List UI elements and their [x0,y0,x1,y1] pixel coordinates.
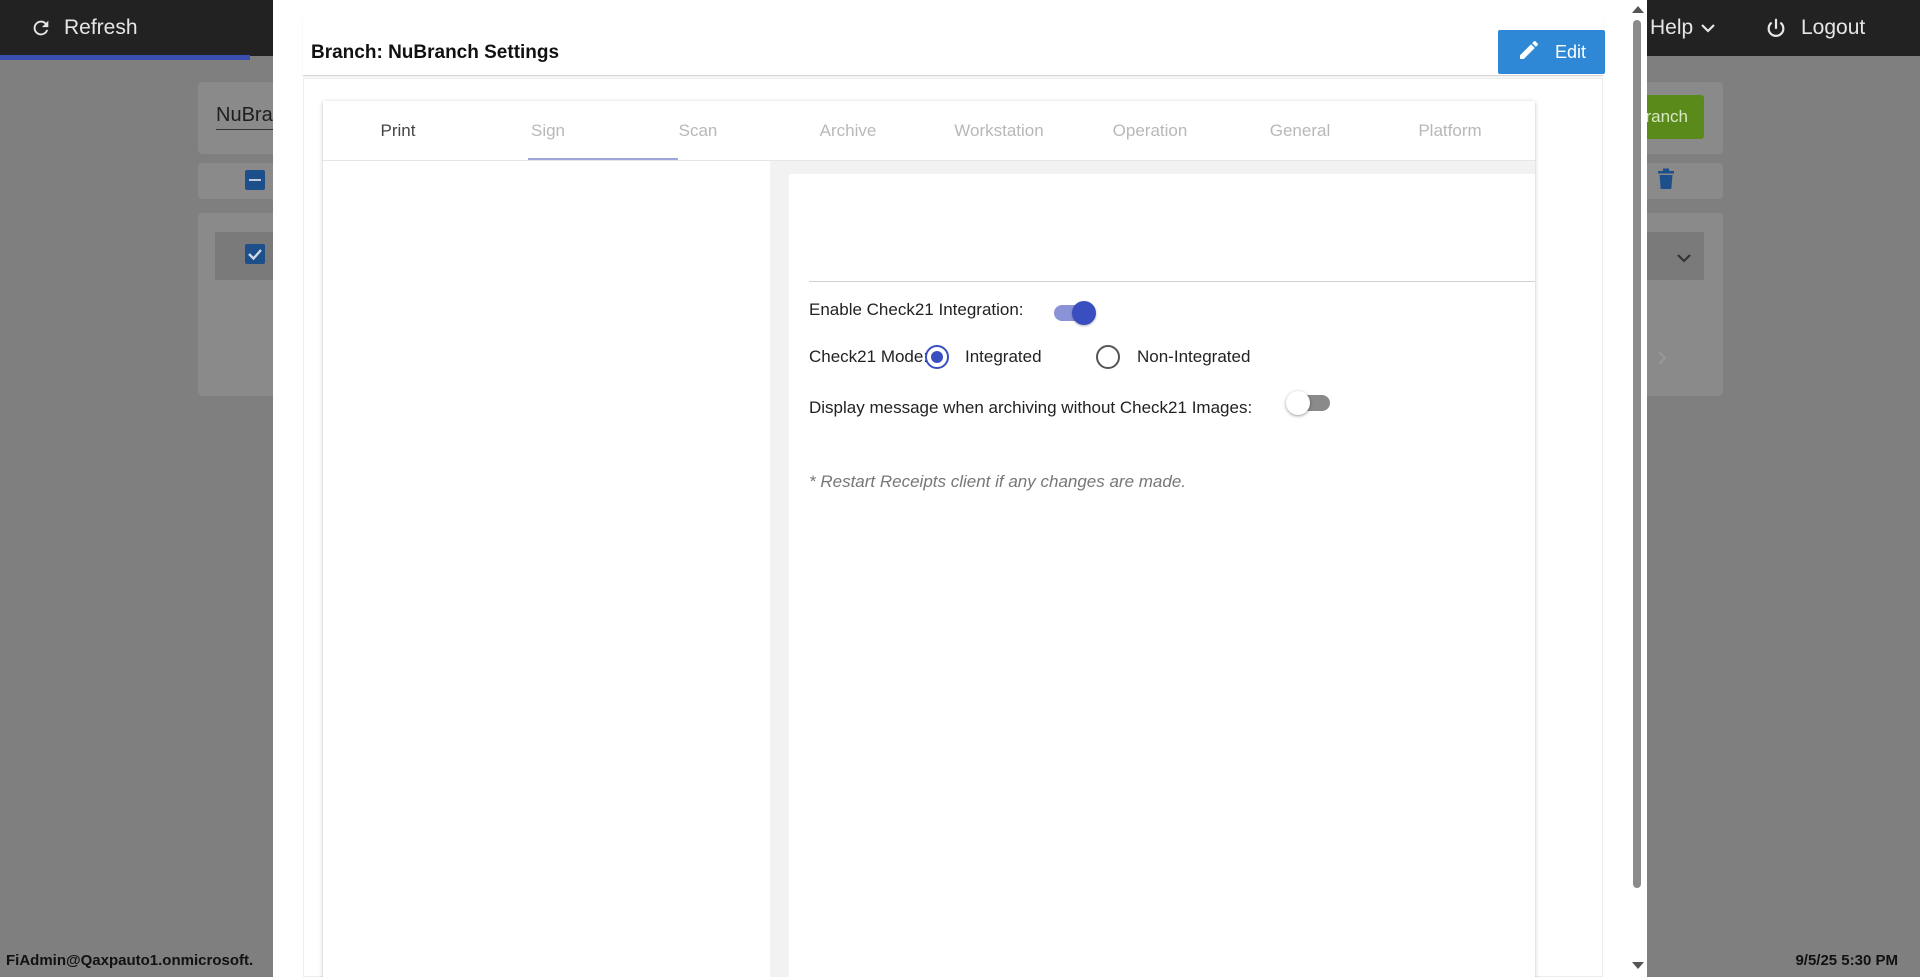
check21-mode-label: Check21 Mode: [809,347,929,366]
logout-button[interactable]: Logout [1765,0,1865,56]
pencil-icon [1517,38,1541,67]
tab-archive[interactable]: Archive [773,101,923,161]
integrated-radio-label[interactable]: Integrated [965,347,1042,367]
branch-settings-modal: Branch: NuBranch Settings Edit Print Sig… [273,0,1647,977]
loading-bar [0,55,250,60]
tab-general[interactable]: General [1225,101,1375,161]
tab-scan[interactable]: Scan [623,101,773,161]
logout-label: Logout [1801,16,1866,39]
help-menu-button[interactable]: Help [1650,0,1715,56]
branch-search-input[interactable]: NuBranch [216,104,276,130]
edit-button[interactable]: Edit [1498,30,1605,74]
non-integrated-radio-label[interactable]: Non-Integrated [1137,347,1250,367]
tab-sign[interactable]: Sign [473,101,623,161]
modal-scrollbar[interactable] [1627,0,1647,977]
chevron-right-icon[interactable] [1657,350,1667,371]
trash-icon[interactable] [1657,168,1675,195]
enable-check21-toggle[interactable] [1052,299,1098,325]
active-tab-indicator [528,158,678,160]
restart-note: * Restart Receipts client if any changes… [809,472,1187,491]
settings-sidebar [323,161,770,977]
scroll-thumb[interactable] [1633,20,1641,888]
refresh-button[interactable]: Refresh [30,0,138,56]
select-all-checkbox[interactable] [245,170,265,190]
power-icon [1765,17,1787,39]
chevron-down-icon [1701,23,1715,33]
settings-tabs: Print Sign Scan Archive Workstation Oper… [323,101,1535,161]
tab-print[interactable]: Print [323,101,473,161]
datetime-label: 9/5/25 5:30 PM [1795,952,1898,969]
settings-panel: Print Sign Scan Archive Workstation Oper… [323,101,1535,977]
toggle-thumb [1072,301,1096,325]
help-label: Help [1650,16,1694,39]
settings-content: Enable Check21 Integration: Check21 Mode… [789,174,1535,977]
display-message-label: Display message when archiving without C… [809,398,1253,417]
display-message-toggle[interactable] [1286,390,1332,416]
refresh-icon [30,17,52,39]
tab-platform[interactable]: Platform [1375,101,1525,161]
modal-body: Print Sign Scan Archive Workstation Oper… [303,78,1603,977]
integrated-radio[interactable] [925,345,949,369]
toggle-thumb [1286,391,1310,415]
user-account-label: FiAdmin@Qaxpauto1.onmicrosoft. [6,952,254,969]
scroll-up-arrow-icon[interactable] [1632,6,1644,13]
row-checkbox[interactable] [245,244,265,264]
refresh-label: Refresh [64,16,138,39]
tab-operation[interactable]: Operation [1075,101,1225,161]
non-integrated-radio[interactable] [1096,345,1120,369]
modal-header: Branch: NuBranch Settings [303,18,1603,76]
edit-label: Edit [1554,41,1587,62]
tab-workstation[interactable]: Workstation [924,101,1074,161]
scroll-down-arrow-icon[interactable] [1632,962,1644,969]
page-title: Branch: NuBranch Settings [311,42,560,63]
section-divider [809,281,1535,282]
chevron-down-icon[interactable] [1676,250,1692,268]
enable-check21-label: Enable Check21 Integration: [809,300,1024,319]
